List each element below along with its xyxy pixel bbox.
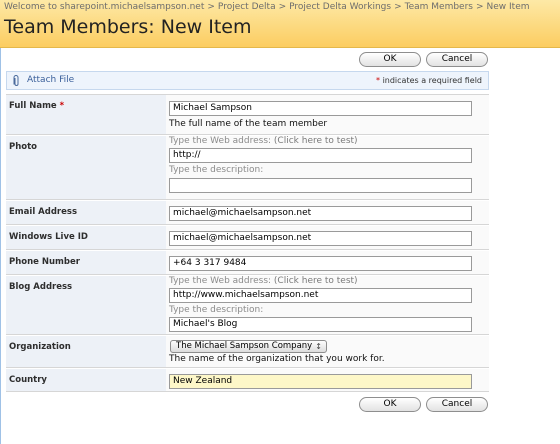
page-title: Team Members: New Item <box>4 16 252 38</box>
updown-arrow-icon: ↕ <box>315 342 322 351</box>
blog-test-link[interactable]: (Click here to test) <box>274 276 358 286</box>
row-windows-live-id: Windows Live ID michael@michaelsampson.n… <box>6 226 489 250</box>
photo-description-input[interactable] <box>169 178 472 193</box>
photo-label: Photo <box>9 142 38 152</box>
ok-button-bottom[interactable]: OK <box>359 397 421 412</box>
breadcrumb-team-members[interactable]: Team Members <box>405 2 473 12</box>
blog-address-input[interactable]: http://www.michaelsampson.net <box>169 288 472 303</box>
required-note-text: indicates a required field <box>382 76 482 85</box>
new-item-form: Full Name * Michael Sampson The full nam… <box>6 94 489 392</box>
organization-select[interactable]: The Michael Sampson Company ↕ <box>170 340 327 353</box>
row-organization: Organization The Michael Sampson Company… <box>6 336 489 368</box>
attach-file-link[interactable]: Attach File <box>27 75 74 85</box>
windows-live-id-label: Windows Live ID <box>9 232 88 242</box>
breadcrumb-site[interactable]: Welcome to sharepoint.michaelsampson.net <box>4 2 204 12</box>
row-email: Email Address michael@michaelsampson.net <box>6 201 489 225</box>
full-name-label: Full Name * <box>9 101 65 111</box>
form-toolbar: Attach File * indicates a required field <box>6 71 489 90</box>
row-photo: Photo Type the Web address: (Click here … <box>6 136 489 200</box>
row-phone: Phone Number +64 3 317 9484 <box>6 251 489 275</box>
required-star: * <box>59 101 65 111</box>
breadcrumb-separator: > <box>394 2 402 12</box>
blog-address-hint: Type the Web address: (Click here to tes… <box>169 276 358 286</box>
blog-description-input[interactable]: Michael's Blog <box>169 317 472 332</box>
blog-label: Blog Address <box>9 282 73 292</box>
photo-address-hint: Type the Web address: (Click here to tes… <box>169 136 358 146</box>
paperclip-icon <box>13 75 19 86</box>
required-star: * <box>376 76 381 85</box>
email-label: Email Address <box>9 207 78 217</box>
organization-description: The name of the organization that you wo… <box>169 354 385 364</box>
full-name-input[interactable]: Michael Sampson <box>169 101 472 116</box>
ok-button-top[interactable]: OK <box>359 52 421 67</box>
country-label: Country <box>9 375 47 385</box>
breadcrumb-current: New Item <box>486 2 530 12</box>
row-full-name: Full Name * Michael Sampson The full nam… <box>6 95 489 135</box>
phone-label: Phone Number <box>9 257 80 267</box>
row-country: Country New Zealand <box>6 369 489 392</box>
photo-address-input[interactable]: http:// <box>169 148 472 163</box>
cancel-button-top[interactable]: Cancel <box>426 52 488 67</box>
breadcrumb: Welcome to sharepoint.michaelsampson.net… <box>4 2 530 12</box>
windows-live-id-input[interactable]: michael@michaelsampson.net <box>169 231 472 246</box>
page-header: Welcome to sharepoint.michaelsampson.net… <box>0 0 560 48</box>
breadcrumb-separator: > <box>278 2 287 12</box>
email-input[interactable]: michael@michaelsampson.net <box>169 206 472 221</box>
breadcrumb-workings[interactable]: Project Delta Workings <box>289 2 391 12</box>
cancel-button-bottom[interactable]: Cancel <box>426 397 488 412</box>
blog-description-hint: Type the description: <box>169 305 264 315</box>
breadcrumb-project[interactable]: Project Delta <box>218 2 276 12</box>
country-input[interactable]: New Zealand <box>169 374 472 389</box>
required-field-note: * indicates a required field <box>376 76 482 85</box>
photo-description-hint: Type the description: <box>169 165 264 175</box>
photo-test-link[interactable]: (Click here to test) <box>274 136 358 146</box>
row-blog: Blog Address Type the Web address: (Clic… <box>6 276 489 335</box>
breadcrumb-separator: > <box>475 2 484 12</box>
breadcrumb-separator: > <box>207 2 215 12</box>
full-name-description: The full name of the team member <box>169 119 328 129</box>
left-divider <box>0 48 1 444</box>
phone-input[interactable]: +64 3 317 9484 <box>169 256 472 271</box>
organization-label: Organization <box>9 342 71 352</box>
organization-selected-value: The Michael Sampson Company <box>176 341 313 351</box>
